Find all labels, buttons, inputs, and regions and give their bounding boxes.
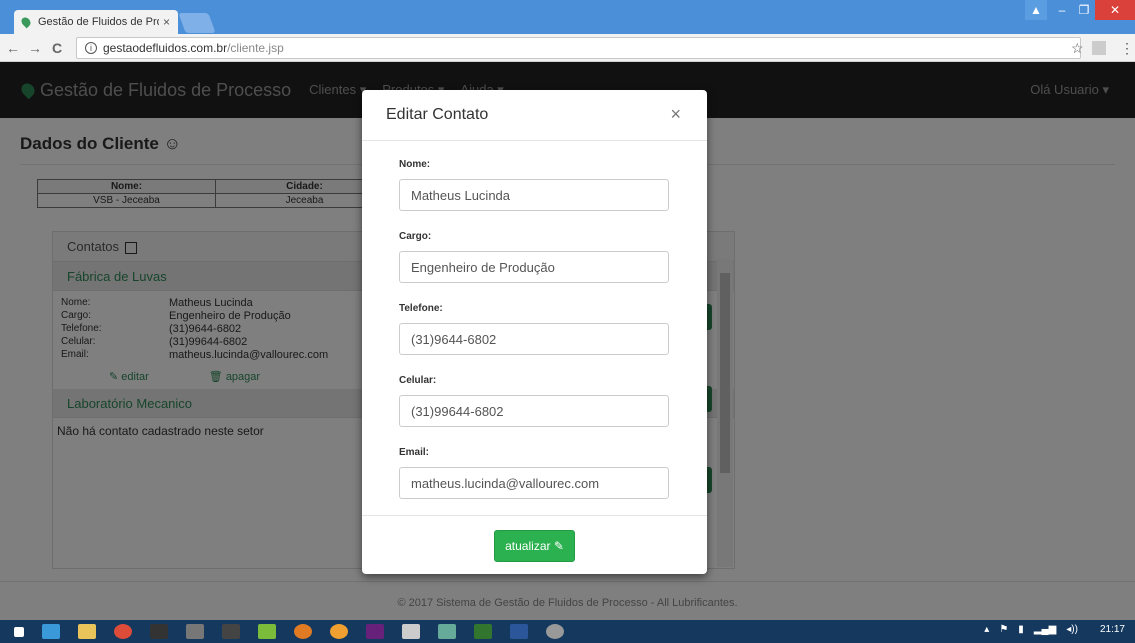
signal-icon[interactable]: ▂▄▆ [1034,624,1056,635]
info-icon[interactable]: i [85,42,97,54]
firefox-icon[interactable] [330,624,348,639]
telefone-field[interactable] [399,323,669,355]
modal-footer: atualizar ✎ [362,515,707,562]
cmd-icon[interactable] [150,624,168,639]
vs-icon[interactable] [366,624,384,639]
notepad-icon[interactable] [186,624,204,639]
tray-chevron-icon[interactable]: ▴ [984,624,989,635]
project-icon[interactable] [474,624,492,639]
browser-menu-icon[interactable]: ⋮ [1120,40,1134,57]
word-icon[interactable] [510,624,528,639]
window-close-icon[interactable]: ✕ [1095,0,1135,20]
cargo-field[interactable] [399,251,669,283]
tab-title: Gestão de Fluidos de Pro [38,16,159,28]
volume-icon[interactable]: ◂)) [1066,624,1078,635]
edit-contact-modal: Editar Contato × Nome: Cargo: Telefone: … [362,90,707,574]
modal-body: Nome: Cargo: Telefone: Celular: Email: [362,141,707,499]
clock[interactable]: 21:17 [1100,624,1125,635]
new-tab-button[interactable] [178,13,216,33]
browser-tabbar: Gestão de Fluidos de Pro × ▲ – ❐ ✕ [0,0,1135,34]
email-field[interactable] [399,467,669,499]
windows-start-icon[interactable] [14,626,24,637]
celular-field[interactable] [399,395,669,427]
modal-title: Editar Contato [386,106,489,123]
url-host: gestaodefluidos.com.br [103,41,228,55]
app-icon[interactable] [402,624,420,639]
user-icon[interactable]: ▲ [1025,0,1047,20]
update-button[interactable]: atualizar ✎ [494,530,575,562]
browser-tab[interactable]: Gestão de Fluidos de Pro × [14,10,178,34]
address-bar: ← → C i gestaodefluidos.com.br/cliente.j… [0,34,1135,62]
chrome-icon[interactable] [114,624,132,639]
label-cargo: Cargo: [399,231,432,242]
app-icon[interactable] [294,624,312,639]
modal-header: Editar Contato × [362,90,707,141]
system-tray: ▴ ⚑ ▮ ▂▄▆ ◂)) 21:17 [974,624,1125,635]
battery-icon[interactable]: ▮ [1018,624,1024,635]
extension-icon[interactable] [1092,41,1106,55]
settings-icon[interactable] [546,624,564,639]
modal-close-icon[interactable]: × [670,104,681,125]
url-path: /cliente.jsp [227,41,284,55]
flag-icon[interactable]: ⚑ [999,624,1008,635]
label-nome: Nome: [399,159,431,170]
tab-close-icon[interactable]: × [163,15,170,29]
terminal-icon[interactable] [222,624,240,639]
url-input[interactable]: i gestaodefluidos.com.br/cliente.jsp [76,37,1081,59]
app-icon[interactable] [438,624,456,639]
label-celular: Celular: [399,375,437,386]
back-icon[interactable]: ← [4,40,22,56]
ie-icon[interactable] [42,624,60,639]
minimize-icon[interactable]: – [1051,0,1073,20]
label-telefone: Telefone: [399,303,443,314]
drop-icon [19,15,33,29]
reload-icon[interactable]: C [48,40,66,56]
taskbar: ▴ ⚑ ▮ ▂▄▆ ◂)) 21:17 [0,620,1135,643]
bookmark-star-icon[interactable]: ☆ [1071,40,1084,57]
nome-field[interactable] [399,179,669,211]
maximize-icon[interactable]: ❐ [1073,0,1095,20]
explorer-icon[interactable] [78,624,96,639]
label-email: Email: [399,447,430,458]
android-icon[interactable] [258,624,276,639]
window-controls: ▲ – ❐ ✕ [1025,0,1135,22]
forward-icon[interactable]: → [26,40,44,56]
